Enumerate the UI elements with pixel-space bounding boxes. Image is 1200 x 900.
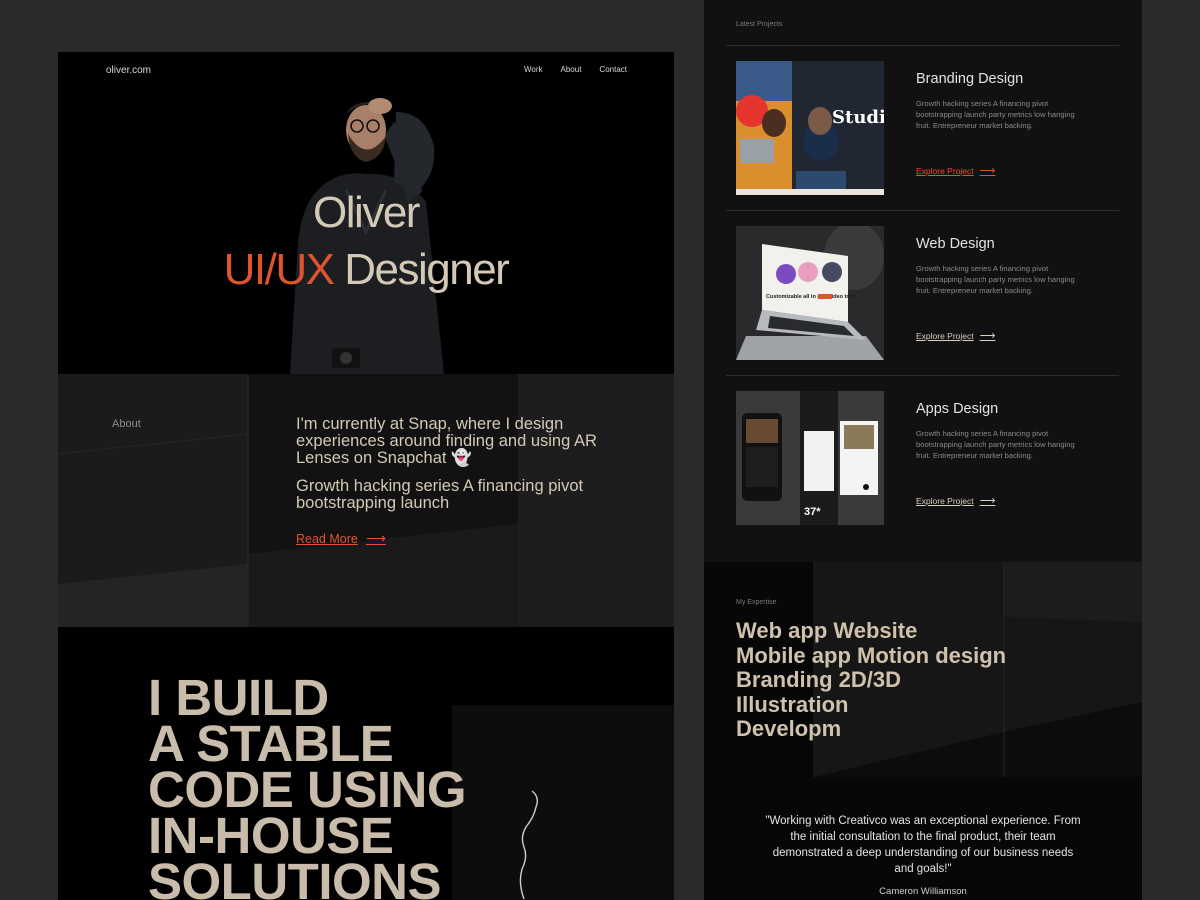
project-card-apps[interactable]: 37* Apps Design Growth hacking series A …: [704, 391, 1142, 531]
expertise-item: Mobile app Motion design: [736, 642, 1007, 668]
project-description: Growth hacking series A financing pivot …: [916, 429, 1075, 460]
hero-role-accent: UI/UX: [223, 245, 335, 294]
explore-label: Explore Project: [916, 330, 974, 341]
read-more-link[interactable]: Read More ⟶: [296, 530, 386, 547]
nav-work[interactable]: Work: [524, 65, 543, 74]
face-silhouette: [519, 790, 539, 900]
expertise-item: Developm: [736, 716, 842, 741]
read-more-label: Read More: [296, 531, 358, 546]
build-section: I BUILD A STABLE CODE USING IN-HOUSE SOL…: [58, 627, 674, 900]
about-paragraph-2: Growth hacking series A financing pivot …: [296, 477, 584, 512]
project-title: Web Design: [916, 236, 995, 252]
divider: [726, 210, 1119, 211]
site-logo[interactable]: oliver.com: [106, 65, 151, 76]
explore-project-link[interactable]: Explore Project ⟶: [916, 329, 995, 342]
explore-label: Explore Project: [916, 495, 974, 506]
project-card-web[interactable]: Customizable all in one video tool Web D…: [704, 226, 1142, 366]
build-headline: I BUILD A STABLE CODE USING IN-HOUSE SOL…: [148, 672, 467, 900]
expertise-list: Web app Website Mobile app Motion design…: [736, 618, 1007, 742]
divider: [726, 375, 1119, 376]
about-label: About: [112, 418, 141, 430]
nav-contact[interactable]: Contact: [599, 65, 627, 74]
top-nav: Work About Contact: [524, 65, 627, 74]
testimonial-author: Cameron Williamson: [879, 886, 967, 897]
project-title: Apps Design: [916, 401, 999, 417]
studio-text: Studio: [832, 107, 884, 128]
project-description: Growth hacking series A financing pivot …: [916, 264, 1075, 295]
explore-project-link[interactable]: Explore Project ⟶: [916, 494, 995, 507]
project-thumbnail-apps[interactable]: 37*: [736, 391, 884, 525]
project-description: Growth hacking series A financing pivot …: [916, 99, 1075, 130]
testimonial-quote: "Working with Creativco was an exception…: [765, 815, 1081, 875]
arrow-right-icon: ⟶: [979, 495, 996, 507]
expertise-section: My Expertise Web app Website Mobile app …: [704, 562, 1142, 900]
laptop-caption: Customizable all in one video tool: [766, 294, 855, 300]
expertise-item: Branding 2D/3D: [736, 667, 902, 692]
explore-project-link[interactable]: Explore Project ⟶: [916, 164, 995, 177]
latest-projects-label: Latest Projects: [736, 21, 783, 28]
app-price: 37*: [804, 506, 821, 518]
arrow-right-icon: ⟶: [979, 165, 996, 177]
build-line: SOLUTIONS: [148, 853, 442, 900]
hero-role-rest: Designer: [333, 245, 510, 294]
about-paragraph-1: I'm currently at Snap, where I design ex…: [296, 415, 597, 467]
expertise-label: My Expertise: [736, 599, 777, 606]
about-section: About I'm currently at Snap, where I des…: [58, 374, 674, 627]
project-title: Branding Design: [916, 71, 1024, 87]
divider: [726, 45, 1119, 46]
hero-role: UI/UX Designer: [58, 248, 674, 292]
portfolio-page-right: Latest Projects Studio Branding Design G…: [704, 0, 1142, 900]
project-thumbnail-branding[interactable]: Studio: [736, 61, 884, 195]
arrow-right-icon: ⟶: [365, 530, 386, 546]
arrow-right-icon: ⟶: [979, 330, 996, 342]
project-thumbnail-web[interactable]: Customizable all in one video tool: [736, 226, 884, 360]
hero-name: Oliver: [313, 188, 420, 237]
expertise-item: Illustration: [736, 691, 849, 717]
hero-section: oliver.com Work About Contact Oliver UI/…: [58, 52, 674, 374]
portfolio-page-left: oliver.com Work About Contact Oliver UI/…: [58, 52, 674, 900]
expertise-item: Web app Website: [736, 618, 918, 643]
explore-label: Explore Project: [916, 165, 974, 176]
build-background-photo: [452, 705, 674, 900]
project-card-branding[interactable]: Studio Branding Design Growth hacking se…: [704, 61, 1142, 201]
nav-about[interactable]: About: [561, 65, 582, 74]
